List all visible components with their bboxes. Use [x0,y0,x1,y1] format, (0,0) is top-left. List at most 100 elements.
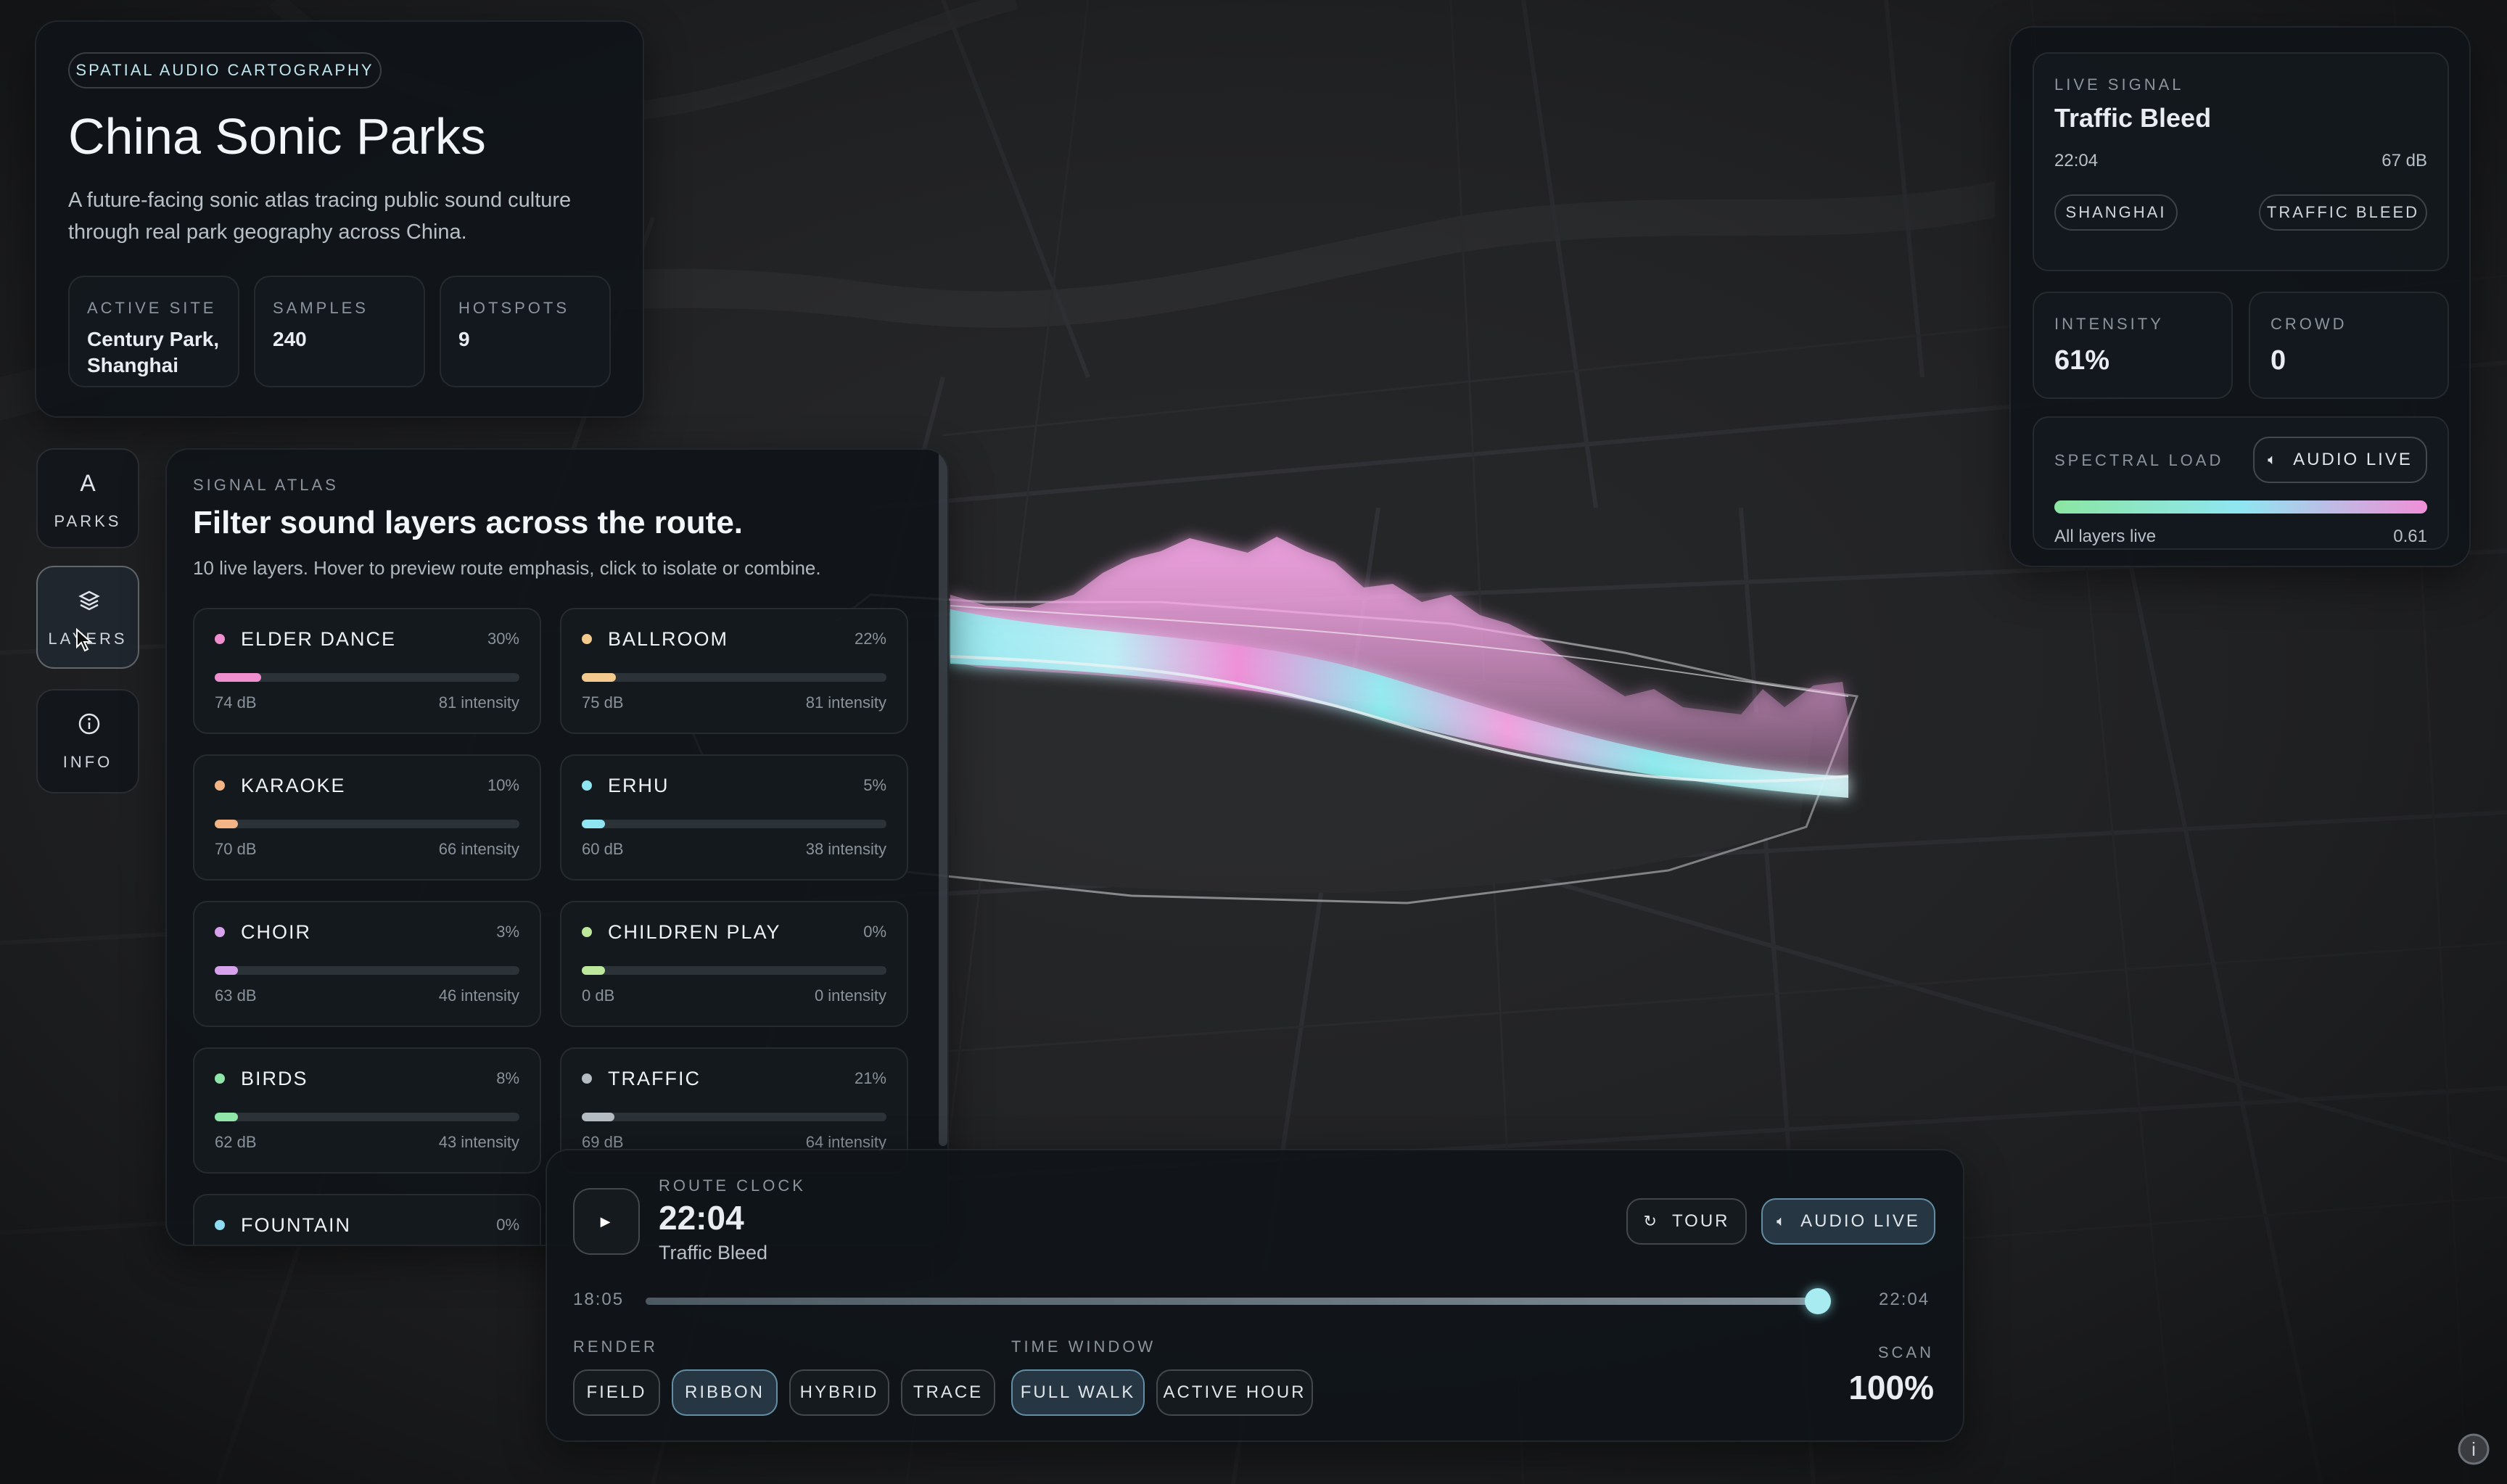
clock-audio-live-button[interactable]: 🔈︎ AUDIO LIVE [1761,1198,1935,1245]
layer-percent: 8% [496,1069,519,1087]
layer-color-dot [582,780,592,791]
live-time: 22:04 [2054,151,2099,170]
layer-percent: 10% [487,776,519,794]
intensity-label: INTENSITY [2054,315,2164,333]
intensity-value: 61% [2054,345,2110,376]
atlas-scrollbar[interactable] [939,450,947,1146]
eyebrow-badge: SPATIAL AUDIO CARTOGRAPHY [68,52,382,88]
layer-card-erhu[interactable]: ERHU 5% 60 dB 38 intensity [560,754,908,881]
spectral-fill [2054,500,2427,514]
layer-level-fill [215,966,238,975]
layer-db: 60 dB [582,840,624,858]
cursor-icon [75,627,94,656]
render-hybrid-button[interactable]: HYBRID [789,1369,889,1416]
layer-level-fill [582,1113,614,1121]
layer-level-track [215,966,519,975]
layer-db: 63 dB [215,986,257,1005]
tag-city: SHANGHAI [2054,194,2178,231]
layer-level-track [582,820,886,828]
stat-label: HOTSPOTS [458,299,570,317]
layer-color-dot [582,927,592,937]
nav-info-label: INFO [62,753,113,771]
stat-label: SAMPLES [273,299,369,317]
tag-layer-text: TRAFFIC BLEED [2266,203,2420,221]
layer-db: 74 dB [215,693,257,712]
layer-intensity: 81 intensity [438,693,519,712]
layer-name: FOUNTAIN [241,1214,351,1236]
window-mode-label: FULL WALK [1020,1382,1136,1402]
spectral-caption: All layers live [2054,527,2157,546]
layer-level-fill [215,1113,238,1121]
parks-icon: A [80,470,96,496]
subtitle-line-2: through real park geography across China… [68,220,467,244]
eyebrow-text: SPATIAL AUDIO CARTOGRAPHY [75,61,374,79]
layer-card-karaoke[interactable]: KARAOKE 10% 70 dB 66 intensity [193,754,541,881]
nav-parks-label: PARKS [54,512,122,530]
play-button[interactable]: ▶ [573,1188,640,1255]
layer-name: BALLROOM [608,628,729,650]
live-db: 67 dB [2382,151,2427,170]
timeline-thumb[interactable] [1805,1288,1831,1314]
stat-value: 240 [273,328,307,350]
layer-card-children-play[interactable]: CHILDREN PLAY 0% 0 dB 0 intensity [560,901,908,1027]
atlas-title: Filter sound layers across the route. [193,505,744,540]
window-active-hour-button[interactable]: ACTIVE HOUR [1156,1369,1313,1416]
stat-label: ACTIVE SITE [87,299,217,317]
header-panel: SPATIAL AUDIO CARTOGRAPHY China Sonic Pa… [35,20,644,418]
window-full-walk-button[interactable]: FULL WALK [1011,1369,1145,1416]
live-signal-panel: LIVE SIGNAL Traffic Bleed 22:04 67 dB SH… [2009,26,2471,567]
crowd-value: 0 [2271,345,2286,376]
layer-color-dot [582,1073,592,1084]
layer-color-dot [582,634,592,644]
layer-level-track [215,820,519,828]
clock-time: 22:04 [659,1199,744,1237]
layer-card-elder-dance[interactable]: ELDER DANCE 30% 74 dB 81 intensity [193,608,541,734]
layer-intensity: 66 intensity [438,840,519,858]
layer-intensity: 0 intensity [814,986,886,1005]
audio-live-button[interactable]: 🔈︎ AUDIO LIVE [2253,437,2427,483]
layer-color-dot [215,634,225,644]
layer-level-fill [582,673,616,682]
layer-db: 70 dB [215,840,257,858]
crowd-label: CROWD [2271,315,2347,333]
stat-value: Shanghai [87,354,179,376]
timeline-end: 22:04 [1879,1290,1930,1309]
live-title: Traffic Bleed [2054,103,2212,133]
layer-level-fill [582,820,605,828]
layer-db: 0 dB [582,986,615,1005]
render-field-button[interactable]: FIELD [573,1369,660,1416]
nav-parks-button[interactable]: A PARKS [36,448,139,548]
play-icon: ▶ [600,1213,613,1229]
layer-card-choir[interactable]: CHOIR 3% 63 dB 46 intensity [193,901,541,1027]
layer-card-ballroom[interactable]: BALLROOM 22% 75 dB 81 intensity [560,608,908,734]
layer-intensity: 43 intensity [438,1133,519,1151]
layer-level-track [215,1113,519,1121]
layer-card-birds[interactable]: BIRDS 8% 62 dB 43 intensity [193,1047,541,1174]
render-mode-label: RIBBON [684,1382,765,1402]
layer-name: ERHU [608,775,670,796]
render-label: RENDER [573,1337,658,1356]
timeline-slider[interactable] [646,1288,1831,1314]
layer-percent: 5% [863,776,886,794]
nav-layers-button[interactable]: LAYERS [36,566,139,669]
layer-card-fountain[interactable]: FOUNTAIN 0% [193,1194,541,1245]
render-trace-button[interactable]: TRACE [901,1369,995,1416]
timeline-fill [646,1298,1818,1305]
stat-value: Century Park, [87,328,220,350]
render-ribbon-button[interactable]: RIBBON [672,1369,778,1416]
timeline-start: 18:05 [573,1290,625,1309]
window-mode-label: ACTIVE HOUR [1163,1382,1306,1402]
tag-layer: TRAFFIC BLEED [2259,194,2427,231]
intensity-card: INTENSITY 61% [2033,292,2233,399]
tag-city-text: SHANGHAI [2065,203,2167,221]
live-eyebrow: LIVE SIGNAL [2054,75,2184,94]
render-mode-label: HYBRID [799,1382,879,1402]
layer-db: 75 dB [582,693,624,712]
layer-level-fill [582,966,605,975]
atlas-description: 10 live layers. Hover to preview route e… [193,557,821,579]
tour-button[interactable]: ↻ TOUR [1626,1198,1747,1245]
spectral-label: SPECTRAL LOAD [2054,451,2224,469]
nav-info-button[interactable]: INFO [36,689,139,793]
layer-percent: 0% [863,923,886,941]
layer-name: KARAOKE [241,775,346,796]
